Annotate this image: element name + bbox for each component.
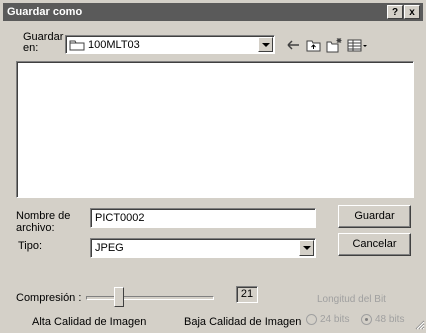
filename-label: Nombre de archivo: (16, 210, 71, 234)
window-title: Guardar como (7, 6, 83, 18)
compression-slider-track[interactable] (86, 296, 214, 300)
filename-field[interactable]: PICT0002 (90, 208, 316, 228)
bit-length-label: Longitud del Bit (317, 294, 386, 305)
resize-grip-icon[interactable] (413, 318, 425, 330)
save-in-folder-name: 100MLT03 (88, 39, 140, 51)
save-as-dialog: Guardar como ? x Guardar en: 100MLT03 No… (0, 0, 426, 331)
radio-24-bits[interactable] (306, 314, 317, 325)
filename-value: PICT0002 (95, 212, 145, 224)
title-bar[interactable]: Guardar como ? x (3, 3, 423, 21)
file-list-pane[interactable] (16, 61, 414, 198)
radio-48-bits[interactable] (361, 314, 372, 325)
filetype-value: JPEG (95, 242, 124, 254)
folder-icon (69, 38, 85, 51)
save-in-dropdown[interactable]: 100MLT03 (65, 35, 275, 54)
cancel-button[interactable]: Cancelar (338, 233, 411, 256)
filetype-chevron-down-icon[interactable] (299, 240, 314, 256)
close-button[interactable]: x (404, 5, 420, 19)
high-quality-label: Alta Calidad de Imagen (32, 316, 147, 328)
back-arrow-icon[interactable] (285, 37, 303, 53)
low-quality-label: Baja Calidad de Imagen (184, 316, 302, 328)
filetype-dropdown[interactable]: JPEG (90, 238, 316, 258)
save-button[interactable]: Guardar (338, 205, 411, 228)
radio-24-bits-label: 24 bits (320, 314, 350, 325)
save-in-label: Guardar en: (23, 31, 64, 54)
compression-value: 21 (240, 288, 254, 300)
up-folder-icon[interactable] (305, 37, 323, 53)
compression-value-box: 21 (236, 286, 258, 303)
save-in-chevron-down-icon[interactable] (258, 37, 273, 52)
radio-48-bits-label: 48 bits (375, 314, 405, 325)
compression-label: Compresión : (16, 292, 82, 304)
view-menu-icon[interactable] (347, 37, 369, 53)
filetype-label: Tipo: (18, 240, 43, 252)
new-folder-icon[interactable] (325, 37, 343, 53)
compression-slider-thumb[interactable] (114, 287, 125, 307)
help-button[interactable]: ? (387, 5, 403, 19)
